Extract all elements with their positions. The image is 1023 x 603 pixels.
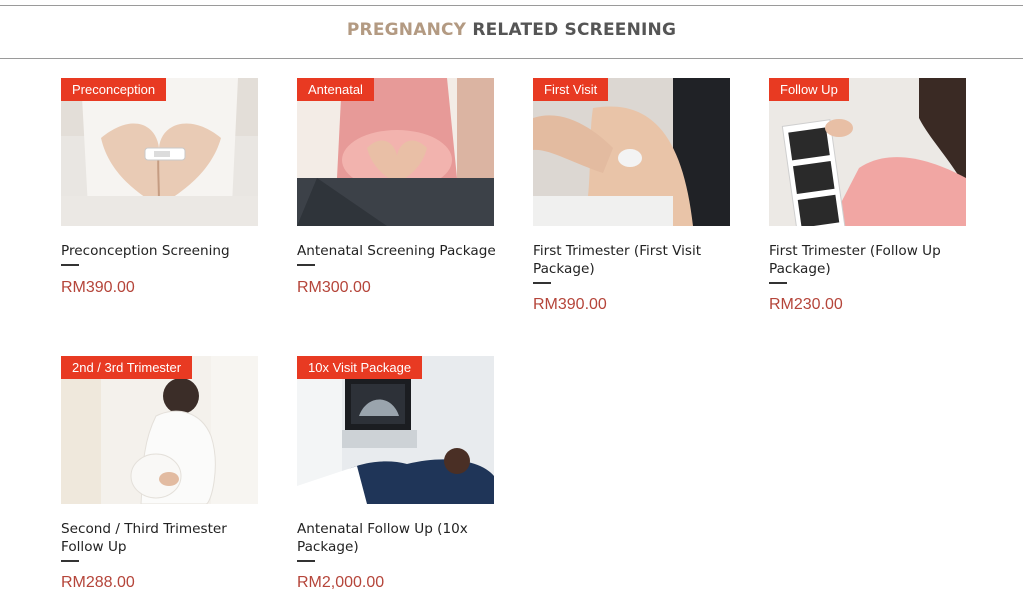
header-top-rule — [0, 5, 1023, 6]
product-price: RM2,000.00 — [297, 574, 385, 591]
section-title: PREGNANCY RELATED SCREENING — [0, 20, 1023, 40]
category-tag: 2nd / 3rd Trimester — [61, 356, 193, 379]
product-name[interactable]: Preconception Screening — [61, 242, 266, 260]
product-image[interactable]: 2nd / 3rd Trimester — [61, 356, 258, 504]
product-name[interactable]: First Trimester (Follow Up Package) — [769, 242, 974, 278]
product-price: RM230.00 — [769, 296, 843, 313]
category-tag: First Visit — [533, 78, 609, 101]
section-title-rest: RELATED SCREENING — [472, 20, 677, 40]
category-tag: Follow Up — [769, 78, 849, 101]
product-price: RM390.00 — [61, 279, 135, 296]
product-name[interactable]: Antenatal Follow Up (10x Package) — [297, 520, 502, 556]
category-tag: Preconception — [61, 78, 167, 101]
name-divider — [533, 282, 551, 284]
product-image[interactable]: Follow Up — [769, 78, 966, 226]
name-divider — [61, 560, 79, 562]
product-image[interactable]: Preconception — [61, 78, 258, 226]
product-name[interactable]: First Trimester (First Visit Package) — [533, 242, 738, 278]
product-name[interactable]: Antenatal Screening Package — [297, 242, 502, 260]
product-price: RM390.00 — [533, 296, 607, 313]
name-divider — [61, 264, 79, 266]
category-tag: 10x Visit Package — [297, 356, 423, 379]
product-name[interactable]: Second / Third Trimester Follow Up — [61, 520, 266, 556]
product-price: RM288.00 — [61, 574, 135, 591]
category-tag: Antenatal — [297, 78, 374, 101]
name-divider — [769, 282, 787, 284]
header-bottom-rule — [0, 58, 1023, 59]
product-image[interactable]: 10x Visit Package — [297, 356, 494, 504]
name-divider — [297, 560, 315, 562]
section-title-accent: PREGNANCY — [346, 20, 467, 40]
product-price: RM300.00 — [297, 279, 371, 296]
product-image[interactable]: Antenatal — [297, 78, 494, 226]
product-image[interactable]: First Visit — [533, 78, 730, 226]
name-divider — [297, 264, 315, 266]
